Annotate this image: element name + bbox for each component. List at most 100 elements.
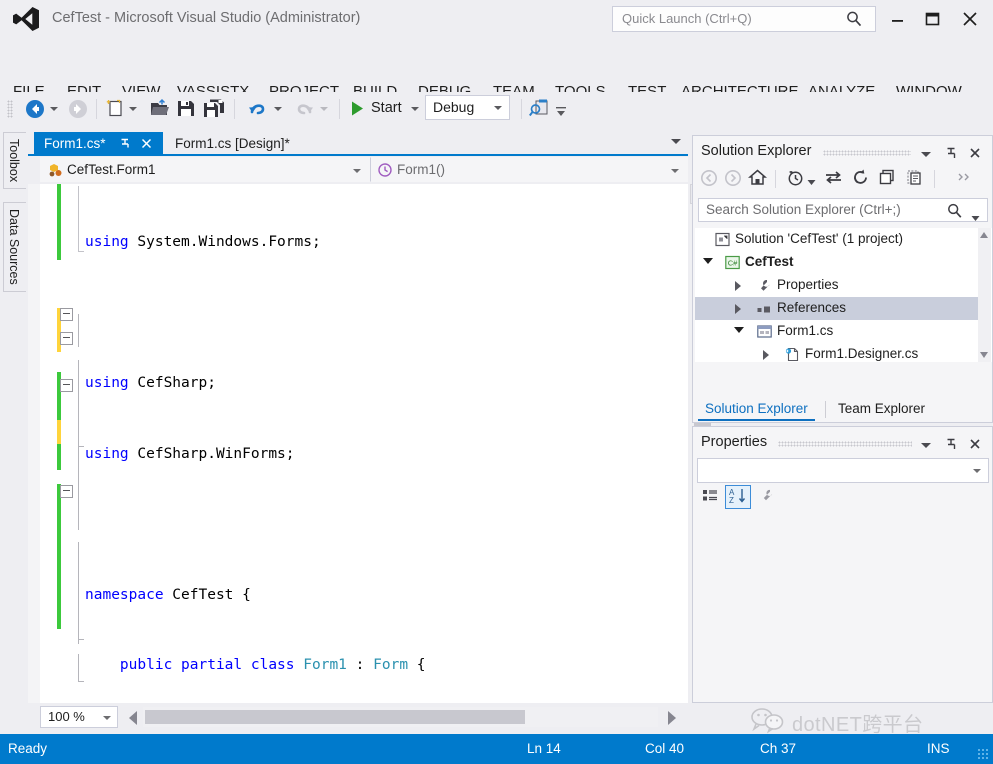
- quick-launch-input[interactable]: Quick Launch (Ctrl+Q): [612, 6, 876, 32]
- open-file-icon[interactable]: [149, 98, 170, 124]
- undo-icon[interactable]: [247, 98, 268, 123]
- toolbar-grip[interactable]: [7, 100, 13, 118]
- pin-icon[interactable]: [943, 436, 959, 457]
- alphabetical-icon[interactable]: A Z: [725, 485, 751, 509]
- collapse-namespace-button[interactable]: [60, 308, 73, 321]
- selection-margin: [28, 184, 40, 703]
- tree-item-solution[interactable]: Solution 'CefTest' (1 project): [695, 228, 978, 251]
- change-bar-saved: [57, 184, 61, 260]
- close-icon[interactable]: [967, 145, 983, 166]
- collapse-all-icon[interactable]: [878, 168, 897, 192]
- properties-toolbar: A Z: [695, 485, 990, 511]
- chevron-down-icon[interactable]: [921, 152, 931, 157]
- home-icon[interactable]: [747, 168, 768, 192]
- code-line: public partial class Form1 : Form {: [119, 657, 426, 673]
- visual-studio-window: CefTest - Microsoft Visual Studio (Admin…: [0, 0, 993, 764]
- code-editor-surface[interactable]: using System.Windows.Forms; using CefSha…: [28, 184, 688, 703]
- categorized-icon[interactable]: [701, 487, 720, 511]
- change-bar-saved: [57, 484, 61, 629]
- undo-dropdown[interactable]: [274, 105, 283, 114]
- minimize-button[interactable]: [885, 8, 909, 30]
- pin-icon[interactable]: [943, 145, 959, 166]
- tree-item-label: Solution 'CefTest' (1 project): [735, 231, 903, 246]
- solution-configuration-combo[interactable]: Debug: [425, 95, 510, 120]
- tree-item-form1-designer-cs[interactable]: Form1.Designer.cs: [695, 343, 978, 362]
- search-solution-explorer-input[interactable]: Search Solution Explorer (Ctrl+;): [698, 198, 988, 222]
- left-dock-strip: Toolbox Data Sources: [0, 130, 28, 715]
- save-icon[interactable]: [176, 98, 196, 124]
- class-icon: [47, 162, 63, 178]
- pin-icon[interactable]: [117, 136, 132, 151]
- collapse-constructor-button[interactable]: [60, 379, 73, 392]
- chevron-down-icon: [973, 469, 981, 473]
- tree-item-form1-cs[interactable]: Form1.cs: [695, 320, 978, 343]
- show-all-files-icon[interactable]: [905, 168, 924, 192]
- property-pages-icon[interactable]: [758, 487, 777, 511]
- scroll-left-arrow[interactable]: [129, 711, 137, 725]
- navigate-backward-dropdown[interactable]: [50, 105, 59, 114]
- scroll-right-arrow[interactable]: [668, 711, 676, 725]
- type-navigation-value: CefTest.Form1: [67, 162, 156, 177]
- tree-item-project-ceftest[interactable]: C# CefTest: [695, 251, 978, 274]
- panel-drag-grip[interactable]: [823, 150, 911, 156]
- tree-vertical-scrollbar[interactable]: [978, 228, 991, 362]
- start-button-label[interactable]: Start: [371, 100, 402, 116]
- expander-down-icon[interactable]: [734, 327, 744, 333]
- properties-object-combo[interactable]: [697, 458, 989, 483]
- scroll-down-arrow[interactable]: [980, 352, 988, 358]
- start-dropdown[interactable]: [411, 105, 420, 114]
- properties-grid[interactable]: [694, 512, 991, 702]
- refresh-icon[interactable]: [851, 168, 870, 192]
- change-bar-unsaved: [57, 420, 61, 444]
- member-navigation-combo[interactable]: Form1(): [370, 157, 688, 182]
- zoom-level-combo[interactable]: 100 %: [40, 706, 118, 728]
- close-icon[interactable]: [139, 136, 154, 151]
- start-debug-icon[interactable]: [349, 100, 365, 122]
- panel-drag-grip[interactable]: [778, 441, 912, 447]
- type-navigation-combo[interactable]: CefTest.Form1: [40, 157, 370, 182]
- chevron-down-icon[interactable]: [671, 139, 681, 144]
- chevron-down-icon[interactable]: [807, 173, 816, 191]
- sidebar-item-toolbox[interactable]: Toolbox: [3, 132, 26, 190]
- tab-solution-explorer[interactable]: Solution Explorer: [698, 399, 815, 421]
- code-line: using CefSharp;: [85, 375, 216, 391]
- collapse-class-button[interactable]: [60, 332, 73, 345]
- expander-right-icon[interactable]: [735, 304, 741, 314]
- expander-down-icon[interactable]: [703, 258, 713, 264]
- solution-tree[interactable]: Solution 'CefTest' (1 project) C# CefTes…: [695, 228, 992, 362]
- status-insert-mode: INS: [927, 741, 950, 756]
- close-icon[interactable]: [967, 436, 983, 457]
- properties-title: Properties: [701, 434, 768, 450]
- search-icon[interactable]: [946, 202, 964, 225]
- scroll-up-arrow[interactable]: [980, 232, 988, 238]
- save-all-icon[interactable]: [203, 98, 225, 124]
- change-bar-saved: [57, 444, 61, 470]
- chevron-down-icon[interactable]: [921, 443, 931, 448]
- window-title: CefTest - Microsoft Visual Studio (Admin…: [52, 10, 361, 26]
- resize-grip[interactable]: [977, 748, 989, 760]
- tab-form1-cs[interactable]: Form1.cs*: [34, 132, 163, 156]
- new-item-icon[interactable]: [106, 98, 126, 124]
- tree-item-references[interactable]: References: [695, 297, 978, 320]
- expander-right-icon[interactable]: [735, 281, 741, 291]
- tree-item-properties[interactable]: Properties: [695, 274, 978, 297]
- tab-team-explorer[interactable]: Team Explorer: [831, 399, 932, 421]
- find-in-files-icon[interactable]: [529, 98, 550, 124]
- properties-overflow-icon[interactable]: [956, 170, 974, 188]
- collapse-method-button[interactable]: [60, 485, 73, 498]
- search-icon[interactable]: [845, 10, 863, 28]
- tab-form1-cs-design[interactable]: Form1.cs [Design]*: [165, 132, 315, 156]
- code-line: namespace CefTest {: [85, 586, 251, 603]
- expander-right-icon[interactable]: [763, 350, 769, 360]
- new-item-dropdown[interactable]: [129, 105, 138, 114]
- sidebar-item-data-sources[interactable]: Data Sources: [3, 202, 26, 292]
- maximize-button[interactable]: [920, 8, 944, 30]
- horizontal-scroll-thumb[interactable]: [145, 710, 525, 724]
- quick-launch-placeholder: Quick Launch (Ctrl+Q): [622, 11, 752, 26]
- close-button[interactable]: [958, 8, 982, 30]
- search-options-chevron-icon[interactable]: [971, 209, 980, 227]
- sync-with-active-document-icon[interactable]: [824, 168, 843, 192]
- navigate-backward-icon[interactable]: [25, 99, 45, 124]
- pending-changes-icon[interactable]: [786, 168, 805, 192]
- toolbar-overflow-icon[interactable]: [554, 104, 568, 120]
